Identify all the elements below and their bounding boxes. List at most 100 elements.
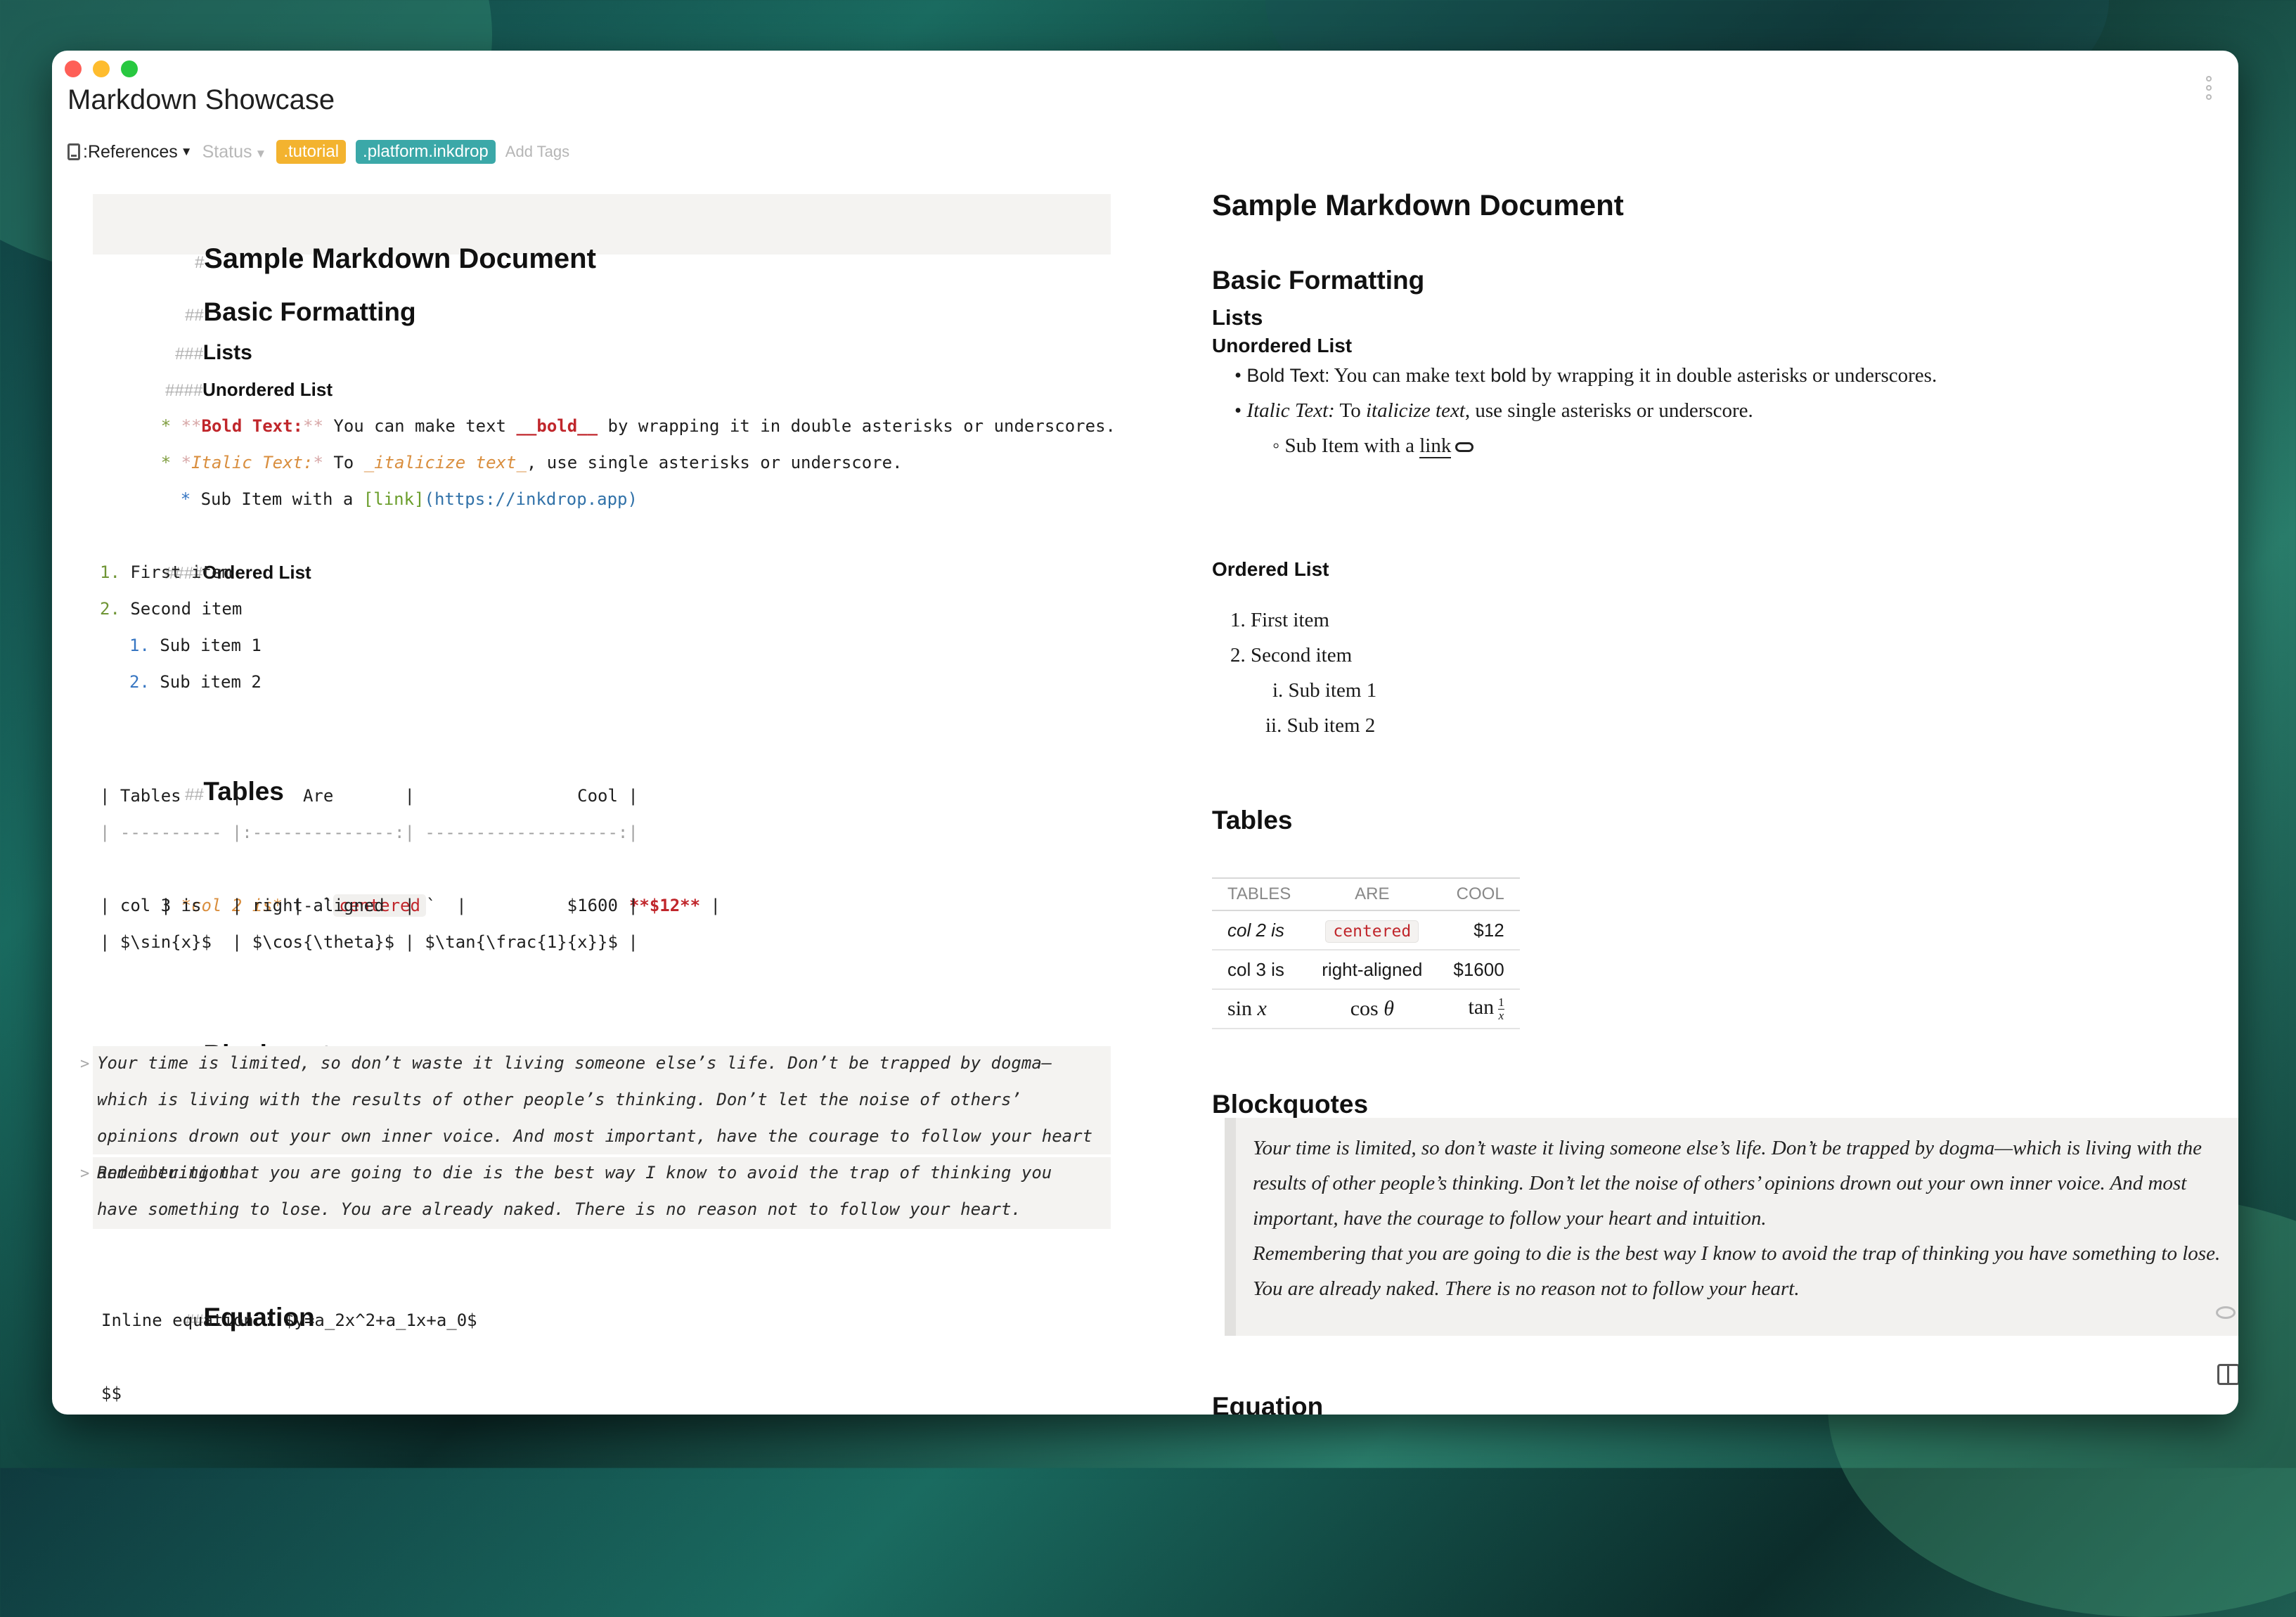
math-var: x xyxy=(1257,997,1267,1020)
note-meta-bar: :References ▼ Status ▼ .tutorial .platfor… xyxy=(67,138,569,166)
preview-h2-tables: Tables xyxy=(1212,806,1293,835)
preview-h4-unordered: Unordered List xyxy=(1212,335,1353,356)
editor-h4-unordered: ####Unordered List xyxy=(104,335,333,400)
chevron-down-icon: ▼ xyxy=(180,145,193,158)
frac-num: 1 xyxy=(1498,995,1504,1010)
preview-h3-lists: Lists xyxy=(1212,305,1263,330)
notebook-label: :References xyxy=(83,141,178,162)
bullet-circle: ◦ xyxy=(1272,434,1285,457)
text: You can make text xyxy=(1329,364,1491,387)
ol-number: 1. xyxy=(129,636,150,655)
preview-quote-2: Remembering that you are going to die is… xyxy=(1253,1242,2221,1300)
preview-ol-item: 2. Second item xyxy=(1230,644,1353,666)
preview-h2-blockquotes: Blockquotes xyxy=(1212,1090,1369,1119)
close-button[interactable] xyxy=(65,60,82,77)
preview-quote-1: Your time is limited, so don’t waste it … xyxy=(1253,1137,2203,1230)
editor-sub-bullet: * Sub Item with a [link](https://inkdrop… xyxy=(120,444,638,509)
table-header: COOL xyxy=(1438,877,1520,911)
editor-table-line: | $\sin{x}$ | $\cos{\theta}$ | $\tan{\fr… xyxy=(100,932,638,952)
italic-text: italicize text xyxy=(1365,399,1465,422)
text: , use single asterisks or underscore. xyxy=(1464,399,1753,422)
frac-den: x xyxy=(1498,1008,1504,1022)
text: Sub Item with a xyxy=(191,489,363,509)
ol-text: Sub item 1 xyxy=(160,636,262,655)
editor-h2-tables: ##Tables xyxy=(124,737,284,806)
table-cell: col 2 is xyxy=(1212,910,1307,951)
preview-ol-item: 1. First item xyxy=(1230,609,1329,631)
tag-platform-inkdrop[interactable]: .platform.inkdrop xyxy=(356,140,496,164)
editor-h2-equation: ##Equation xyxy=(124,1263,315,1332)
table-cell: right-aligned xyxy=(1306,950,1438,990)
ol-number: 2. xyxy=(129,672,150,692)
preview-ol-subitem: i. Sub item 1 xyxy=(1272,679,1377,702)
notebook-icon xyxy=(67,143,80,160)
math-fn: cos xyxy=(1350,997,1379,1020)
editor-inline-equation: Inline equation : $y=a_2x^2+a_1x+a_0$ xyxy=(101,1310,477,1330)
table-cell-math: cos θ xyxy=(1306,989,1438,1029)
table-cell: $1600 xyxy=(1438,950,1520,990)
bullet-marker: * xyxy=(180,489,191,509)
editor-block-equation: $$ xyxy=(101,1384,122,1403)
preview-h2-equation: Equation xyxy=(1212,1392,1324,1415)
table-header-row: TABLES ARE COOL xyxy=(1212,877,1520,911)
md-link[interactable]: [link] xyxy=(363,489,425,509)
editor-h2-basic: ##Basic Formatting xyxy=(124,257,416,326)
preview-bullet-bold: • Bold Text: You can make text bold by w… xyxy=(1234,364,1937,387)
preview-h2-basic: Basic Formatting xyxy=(1212,266,1425,295)
note-title[interactable]: Markdown Showcase xyxy=(67,84,335,116)
chevron-down-icon: ▼ xyxy=(254,146,267,160)
table-cell: col 3 is xyxy=(1212,950,1307,990)
editor-table-separator: | ---------- |:--------------:| --------… xyxy=(100,823,638,842)
editor-ol-subitem: 1. Sub item 1 xyxy=(129,627,262,664)
ol-text: First item xyxy=(130,562,232,582)
bullet-dot: • xyxy=(1234,364,1247,387)
table-row: col 2 is centered $12 xyxy=(1212,910,1520,951)
editor-table-line: | *col 2 is* | ` centered ` | **$12** | xyxy=(100,851,721,917)
maximize-button[interactable] xyxy=(121,60,138,77)
text: by wrapping it in double asterisks or un… xyxy=(1526,364,1937,387)
split-view-icon[interactable] xyxy=(2217,1364,2238,1385)
editor-ol-item: 1. First item xyxy=(100,554,232,591)
editor-bullet-italic: * *Italic Text:* To _italicize text_, us… xyxy=(100,408,903,472)
add-tags-button[interactable]: Add Tags xyxy=(505,143,569,161)
italic-label: Italic Text: xyxy=(1246,399,1335,422)
table-cell-math: tan 1 x xyxy=(1438,989,1520,1029)
editor-bullet-bold: * **Bold Text:** You can make text __bol… xyxy=(100,371,1116,436)
bold-label: Bold Text: xyxy=(1246,365,1330,386)
math-var: θ xyxy=(1384,997,1394,1020)
status-selector[interactable]: Status ▼ xyxy=(202,142,267,162)
md-url[interactable]: (https://inkdrop.app) xyxy=(425,489,638,509)
editor-h4-ordered: ####Ordered List xyxy=(104,517,311,583)
editor-h2-blockquotes: ##Blockquotes xyxy=(124,1000,360,1069)
eye-icon[interactable] xyxy=(2216,1306,2236,1319)
ol-number: 2. xyxy=(100,599,120,619)
markdown-preview: Sample Markdown Document Basic Formattin… xyxy=(1160,51,2238,1415)
ol-text: Sub item 2 xyxy=(160,672,262,692)
bullet-dot: • xyxy=(1234,399,1247,422)
app-window: Markdown Showcase :References ▼ Status ▼ … xyxy=(52,51,2238,1415)
table-cell: centered xyxy=(1306,910,1438,951)
bold-md: **$12** xyxy=(628,896,701,915)
text: Sub Item with a xyxy=(1284,434,1420,457)
minimize-button[interactable] xyxy=(93,60,110,77)
bold-text: bold xyxy=(1490,365,1527,386)
preview-link[interactable]: link xyxy=(1419,434,1452,458)
editor-h3-lists: ###Lists xyxy=(114,298,252,364)
notebook-selector[interactable]: :References ▼ xyxy=(67,142,193,162)
editor-quote-2: Remembering that you are going to die is… xyxy=(97,1163,1052,1219)
preview-h1: Sample Markdown Document xyxy=(1212,188,1624,221)
inline-code: centered xyxy=(1325,920,1419,943)
preview-sub-bullet: ◦ Sub Item with a link xyxy=(1272,434,1474,458)
link-icon xyxy=(1455,442,1474,453)
preview-blockquote: Your time is limited, so don’t waste it … xyxy=(1225,1118,2238,1336)
quote-marker: > xyxy=(80,1165,90,1183)
preview-bullet-italic: • Italic Text: To italicize text, use si… xyxy=(1234,399,1753,423)
table-cell: $12 xyxy=(1438,910,1520,951)
table-row: col 3 is right-aligned $1600 xyxy=(1212,950,1520,990)
text: | xyxy=(700,896,721,915)
editor-table-line: | col 3 is | right-aligned | $1600 | xyxy=(100,896,638,915)
tag-tutorial[interactable]: .tutorial xyxy=(276,140,347,164)
table-header: ARE xyxy=(1306,877,1438,911)
preview-table: TABLES ARE COOL col 2 is centered $12 co… xyxy=(1212,877,1520,1029)
math-fraction: 1x xyxy=(1498,996,1504,1022)
